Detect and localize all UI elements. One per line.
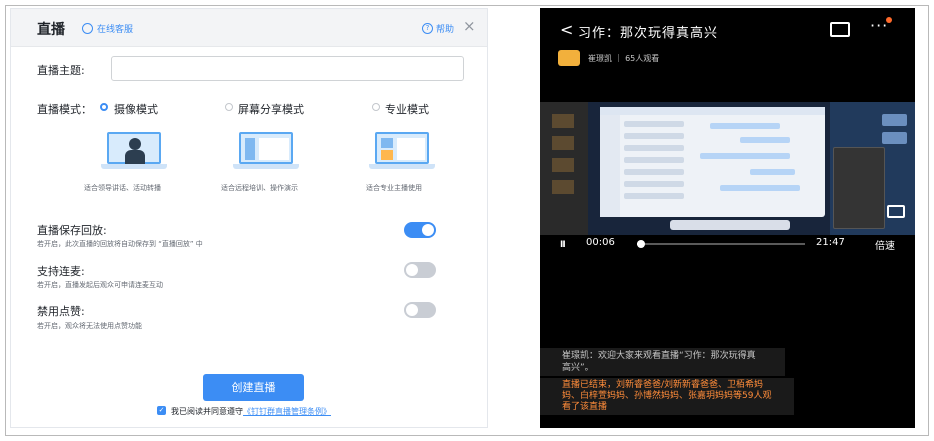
co-host-toggle[interactable] [404, 262, 436, 278]
create-live-button[interactable]: 创建直播 [203, 374, 304, 401]
mode-screen-share-radio[interactable] [225, 103, 233, 111]
help-icon[interactable]: ? [422, 23, 433, 34]
disable-like-title: 禁用点赞: [37, 305, 85, 318]
camera-overlay [833, 147, 885, 229]
notification-dot [886, 17, 892, 23]
screen-share-mode-illustration[interactable] [233, 132, 299, 170]
save-replay-title: 直播保存回放: [37, 224, 107, 237]
live-title: 习作：那次玩得真高兴 [578, 26, 719, 41]
agreement-text: 我已阅读并同意遵守 [171, 407, 243, 416]
co-host-title: 支持连麦: [37, 265, 85, 278]
progress-bar[interactable] [637, 240, 805, 248]
agreement-line: 我已阅读并同意遵守《钉钉群直播管理条例》 [171, 406, 331, 417]
live-ended-notice: 直播已结束，刘新睿爸爸/刘新新睿爸爸、卫栢希妈妈、白梓萱妈妈、孙博然妈妈、张嘉玥… [540, 378, 794, 415]
total-time: 21:47 [816, 237, 845, 248]
co-host-desc: 若开启，直播发起后观众可申请连麦互动 [37, 281, 163, 289]
dialog-header: 直播 在线客服 ? 帮助 × [11, 9, 487, 47]
video-player[interactable] [540, 102, 915, 235]
taskbar [670, 220, 790, 230]
back-icon[interactable]: < [560, 20, 573, 39]
dialog-title: 直播 [37, 22, 65, 38]
current-time: 00:06 [586, 237, 615, 248]
topic-label: 直播主题: [37, 64, 85, 77]
save-replay-toggle[interactable] [404, 222, 436, 238]
host-viewer-line: 崔璟凯 ｜ 65人观看 [588, 54, 660, 63]
help-link[interactable]: 帮助 [436, 22, 454, 35]
progress-handle[interactable] [637, 240, 645, 248]
host-avatar[interactable] [558, 50, 580, 66]
shared-screen-window [600, 107, 825, 217]
video-left-panel [540, 102, 588, 235]
cast-icon[interactable] [830, 22, 850, 37]
regulation-link[interactable]: 《钉钉群直播管理条例》 [243, 407, 331, 416]
online-service-link[interactable]: 在线客服 [97, 22, 133, 35]
fullscreen-icon[interactable] [887, 205, 905, 218]
mode-camera-desc: 适合领导讲话、活动转播 [84, 184, 161, 192]
camera-mode-illustration[interactable] [101, 132, 167, 170]
mode-professional-label[interactable]: 专业模式 [385, 101, 429, 117]
speed-button[interactable]: 倍速 [875, 237, 895, 252]
mode-screen-share-label[interactable]: 屏幕分享模式 [238, 101, 304, 117]
create-live-dialog: 直播 在线客服 ? 帮助 × 直播主题: 直播模式： 摄像模式 适合领导讲话、活… [10, 8, 488, 428]
topic-input[interactable] [111, 56, 464, 81]
headset-icon[interactable] [82, 23, 93, 34]
mode-professional-radio[interactable] [372, 103, 380, 111]
disable-like-toggle[interactable] [404, 302, 436, 318]
mode-label: 直播模式： [37, 103, 92, 116]
pause-icon[interactable]: II [560, 240, 566, 250]
live-replay-screen: < 习作：那次玩得真高兴 ··· 崔璟凯 ｜ 65人观看 II 00:06 21… [540, 8, 915, 428]
disable-like-desc: 若开启，观众将无法使用点赞功能 [37, 322, 142, 330]
professional-mode-illustration[interactable] [369, 132, 435, 170]
mode-camera-label[interactable]: 摄像模式 [114, 101, 158, 117]
mode-camera-radio[interactable] [100, 103, 108, 111]
close-icon[interactable]: × [463, 17, 476, 35]
save-replay-desc: 若开启，此次直播的回放将自动保存到 “直播回放” 中 [37, 240, 203, 248]
agree-checkbox[interactable]: ✓ [157, 406, 166, 415]
mode-professional-desc: 适合专业主播使用 [366, 184, 422, 192]
welcome-comment: 崔璟凯：欢迎大家来观看直播“习作：那次玩得真高兴”。 [540, 348, 785, 376]
mode-screen-share-desc: 适合远程培训、操作演示 [221, 184, 298, 192]
